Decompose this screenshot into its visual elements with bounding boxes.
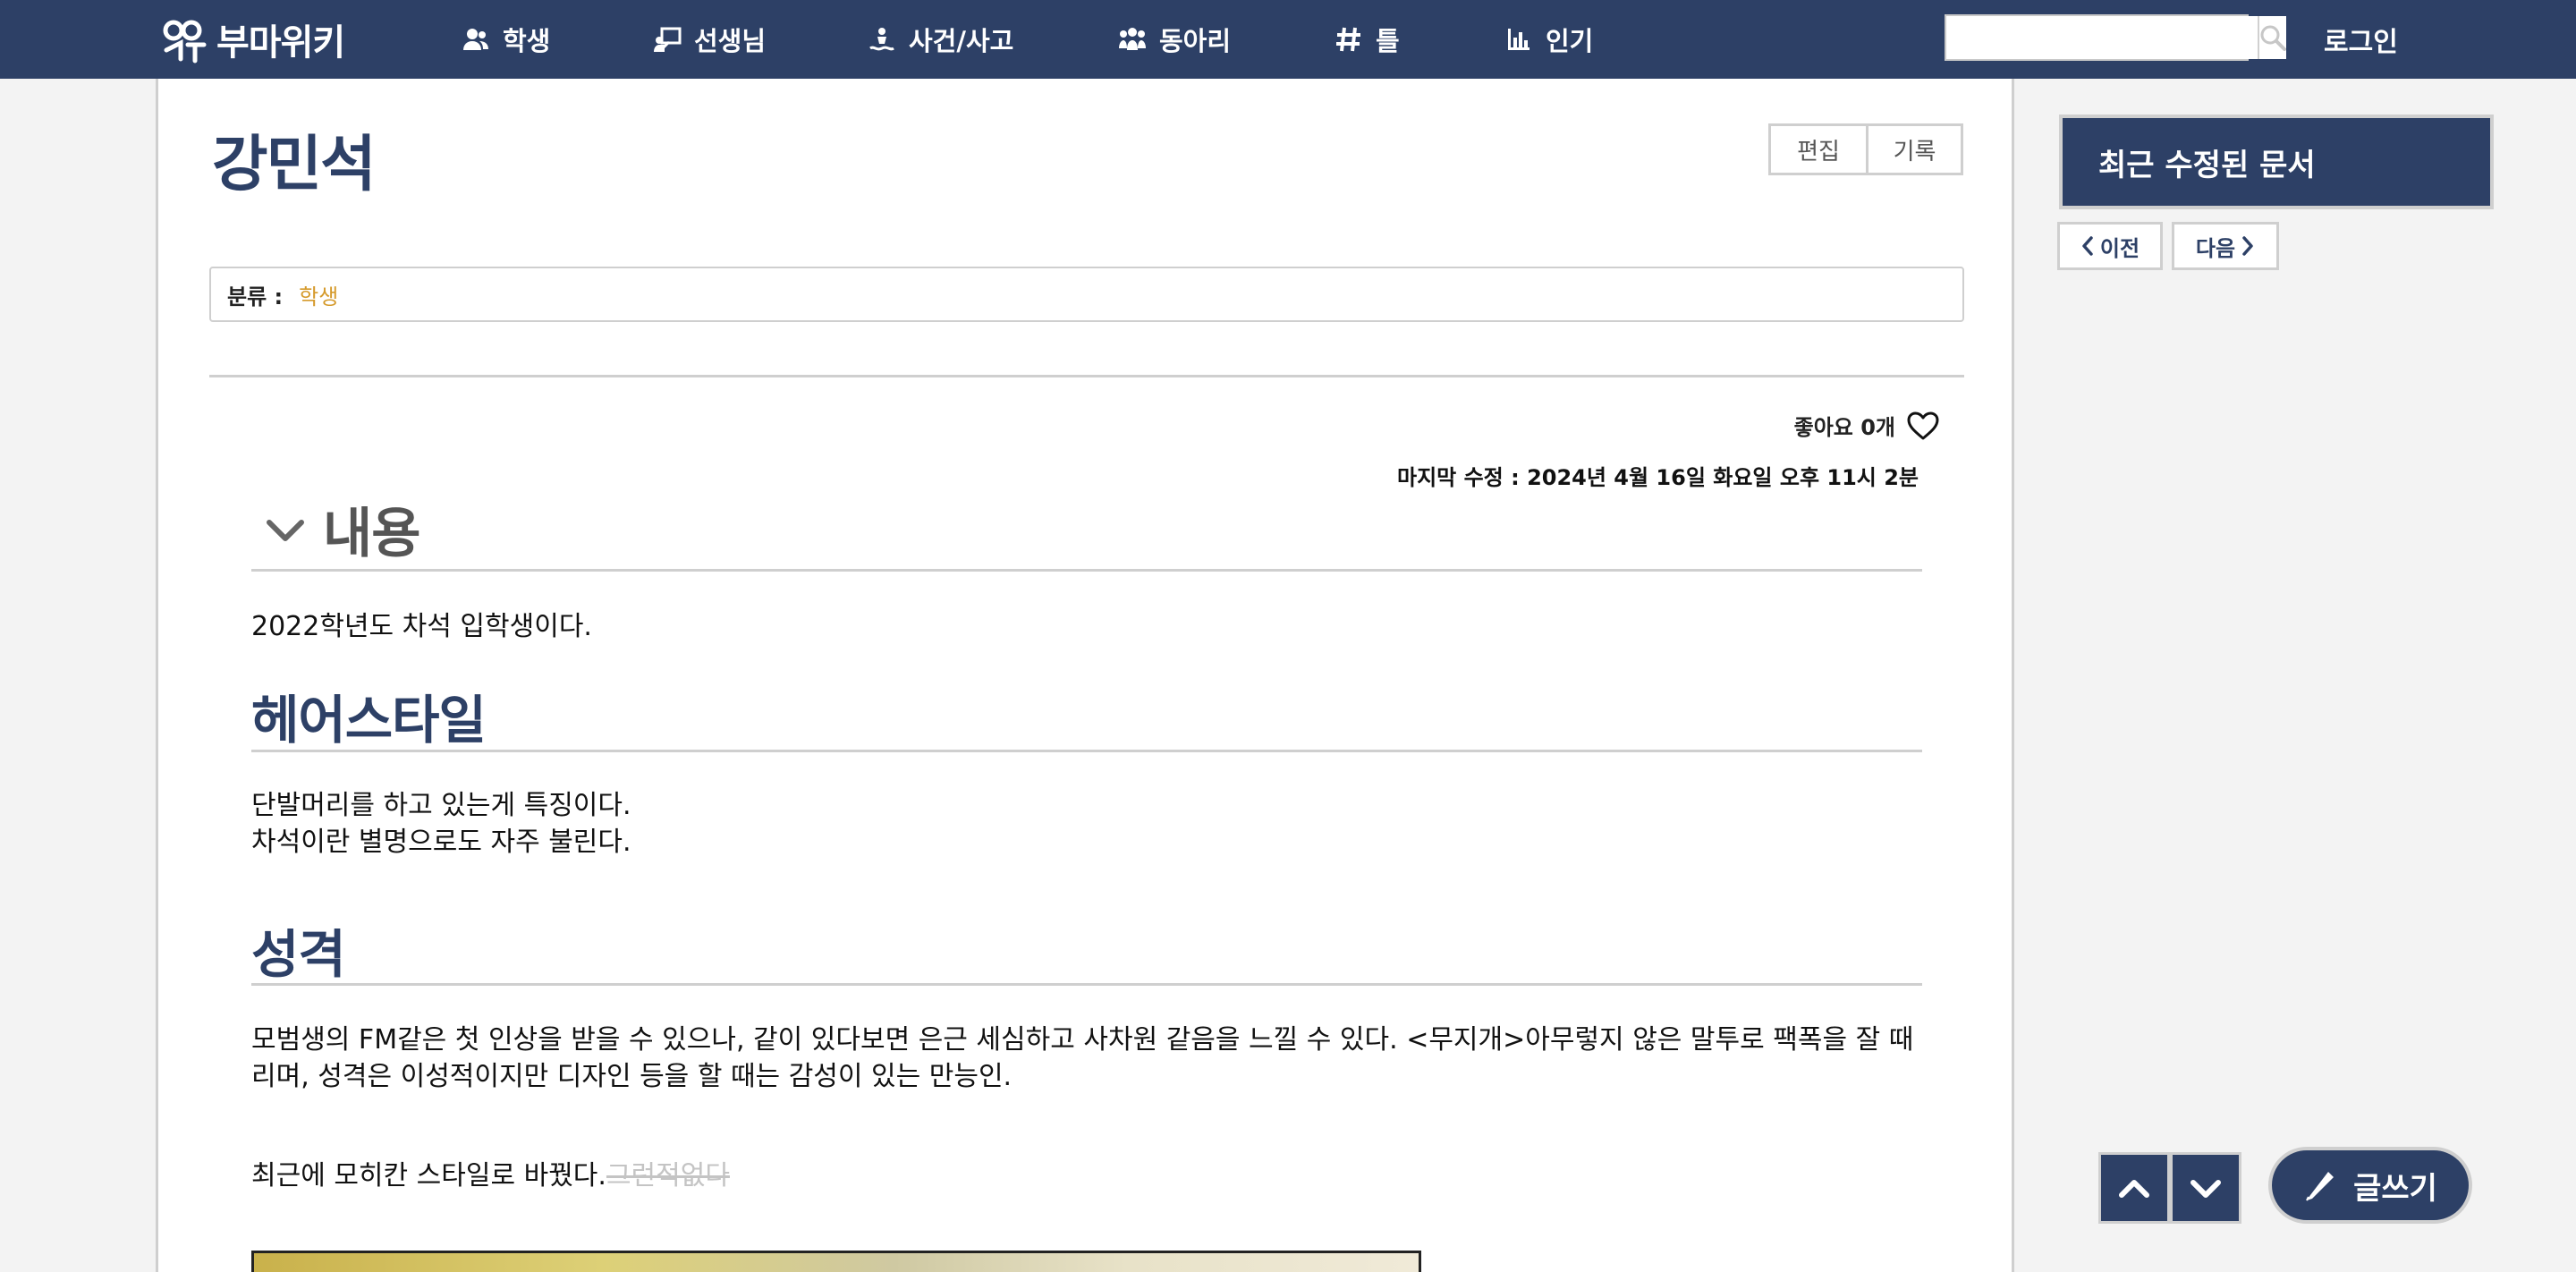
section-rule bbox=[251, 569, 1922, 572]
category-link-student[interactable]: 학생 bbox=[299, 279, 338, 310]
page-title: 강민석 bbox=[212, 130, 377, 200]
top-navbar: 부마위키 학생 선생님 사건/사고 동아리 틀 인기 로그인 bbox=[0, 0, 2576, 79]
search-input[interactable] bbox=[1946, 16, 2258, 59]
section-rule bbox=[251, 750, 1922, 752]
nav-templates[interactable]: 틀 bbox=[1335, 18, 1400, 61]
hairstyle-line-1: 단발머리를 하고 있는게 특징이다. bbox=[251, 790, 631, 821]
prev-button[interactable]: 이전 bbox=[2057, 222, 2163, 270]
nav-teachers[interactable]: 선생님 bbox=[653, 18, 766, 61]
section-toggle-content[interactable]: 내용 bbox=[266, 490, 420, 568]
history-button[interactable]: 기록 bbox=[1866, 126, 1961, 173]
chevron-left-icon bbox=[2082, 236, 2093, 256]
scroll-down-button[interactable] bbox=[2170, 1152, 2241, 1224]
article-panel: 강민석 편집 기록 분류 : 학생 좋아요 0개 마지막 수정 : 2024년 … bbox=[156, 79, 2014, 1272]
site-logo[interactable]: 부마위키 bbox=[161, 14, 345, 64]
login-link[interactable]: 로그인 bbox=[2324, 18, 2398, 61]
chevron-down-icon bbox=[2190, 1180, 2221, 1198]
next-button[interactable]: 다음 bbox=[2172, 222, 2279, 270]
prev-label: 이전 bbox=[2099, 235, 2140, 261]
edit-button[interactable]: 편집 bbox=[1771, 126, 1866, 173]
nav-clubs[interactable]: 동아리 bbox=[1118, 18, 1231, 61]
nav-label: 선생님 bbox=[694, 26, 767, 56]
search-button[interactable] bbox=[2258, 16, 2286, 59]
nav-students[interactable]: 학생 bbox=[462, 18, 550, 61]
category-label: 분류 : bbox=[227, 284, 284, 310]
person-drowning-icon bbox=[869, 28, 894, 51]
intro-text: 2022학년도 차석 입학생이다. bbox=[251, 611, 592, 642]
logo-icon bbox=[163, 20, 207, 64]
personality-text: 모범생의 FM같은 첫 인상을 받을 수 있으나, 같이 있다보면 은근 세심하… bbox=[251, 1024, 1914, 1092]
personality-extra: 최근에 모히칸 스타일로 바꿨다.그런적없다 bbox=[251, 1158, 1922, 1194]
nav-popular[interactable]: 인기 bbox=[1504, 18, 1593, 61]
strikethrough-text: 그런적없다 bbox=[606, 1160, 730, 1191]
heading-hairstyle: 헤어스타일 bbox=[251, 690, 487, 750]
nav-label: 동아리 bbox=[1159, 26, 1232, 56]
hairstyle-line-2: 차석이란 별명으로도 자주 불린다. bbox=[251, 827, 631, 858]
logo-text: 부마위키 bbox=[216, 22, 345, 64]
section-rule bbox=[251, 983, 1922, 986]
users-icon bbox=[463, 29, 488, 50]
hashtag-icon bbox=[1336, 27, 1360, 52]
nav-incidents[interactable]: 사건/사고 bbox=[868, 18, 1013, 61]
pen-icon bbox=[2306, 1172, 2334, 1201]
category-box: 분류 : 학생 bbox=[209, 267, 1964, 322]
search-icon bbox=[2260, 25, 2286, 51]
section-title: 내용 bbox=[323, 503, 420, 565]
recent-docs-header: 최근 수정된 문서 bbox=[2059, 114, 2494, 209]
people-group-icon bbox=[1119, 28, 1146, 50]
heading-personality: 성격 bbox=[251, 924, 346, 985]
chevron-right-icon bbox=[2242, 236, 2253, 256]
last-modified: 마지막 수정 : 2024년 4월 16일 화요일 오후 11시 2분 bbox=[1397, 465, 1919, 490]
chalkboard-teacher-icon bbox=[654, 27, 682, 52]
nav-label: 틀 bbox=[1376, 26, 1400, 56]
next-label: 다음 bbox=[2195, 235, 2236, 261]
search-box bbox=[1945, 14, 2286, 61]
article-image bbox=[251, 1251, 1421, 1272]
likes-count: 좋아요 0개 bbox=[1793, 415, 1895, 440]
heart-icon[interactable] bbox=[1906, 411, 1940, 441]
bar-chart-icon bbox=[1508, 29, 1530, 50]
write-label: 글쓰기 bbox=[2353, 1170, 2437, 1207]
nav-label: 인기 bbox=[1546, 26, 1594, 56]
likes: 좋아요 0개 bbox=[1794, 410, 1940, 441]
article-actions: 편집 기록 bbox=[1768, 123, 1963, 175]
divider bbox=[209, 375, 1964, 377]
nav-label: 사건/사고 bbox=[909, 26, 1014, 56]
write-button[interactable]: 글쓰기 bbox=[2268, 1147, 2472, 1224]
nav-label: 학생 bbox=[503, 26, 551, 56]
chevron-up-icon bbox=[2119, 1180, 2149, 1198]
scroll-up-button[interactable] bbox=[2098, 1152, 2170, 1224]
chevron-down-icon bbox=[267, 519, 304, 541]
extra-text: 최근에 모히칸 스타일로 바꿨다. bbox=[251, 1160, 606, 1191]
